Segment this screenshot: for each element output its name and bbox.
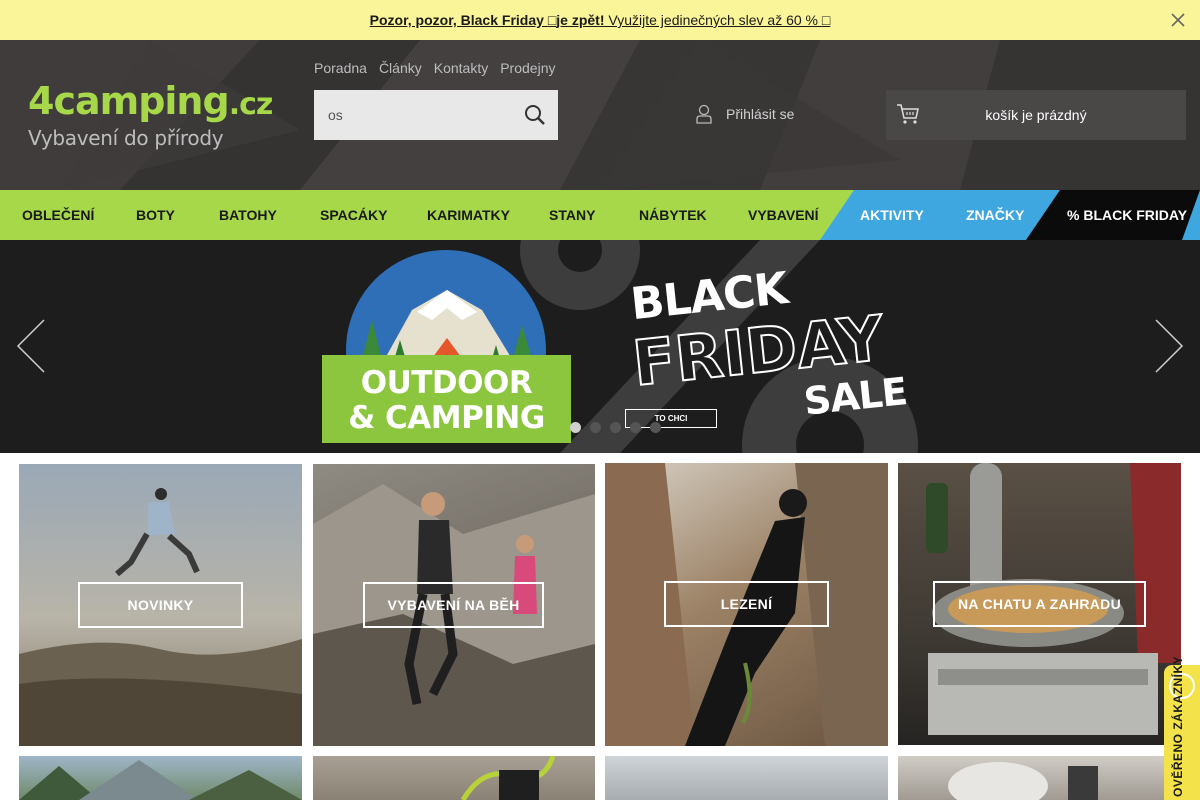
nav-item-obleceni[interactable]: OBLEČENÍ (22, 190, 94, 240)
nav-item-vybaveni[interactable]: VYBAVENÍ (748, 190, 819, 240)
announcement-bold: Pozor, pozor, Black Friday (369, 12, 548, 28)
announcement-icon-2: □ (821, 12, 831, 28)
tile-label-lezeni: LEZENÍ (664, 581, 829, 627)
nav-item-black-friday[interactable]: % BLACK FRIDAY (1067, 190, 1187, 240)
nav-item-aktivity[interactable]: AKTIVITY (860, 190, 924, 240)
carousel-dot-2[interactable] (590, 422, 601, 433)
category-tile-row2-3[interactable] (605, 756, 888, 800)
tile-photo-rope (460, 756, 556, 800)
carousel-prev-icon[interactable] (16, 318, 46, 374)
category-tile-row2-4[interactable] (898, 756, 1181, 800)
announcement-bar: Pozor, pozor, Black Friday □je zpět! Vyu… (0, 0, 1200, 40)
category-tile-lezeni[interactable]: LEZENÍ (605, 463, 888, 746)
cart-label: košík je prázdný (985, 107, 1087, 123)
hero-carousel: OUTDOOR & CAMPING BLACK FRIDAY SALE TO C… (0, 240, 1200, 453)
link-clanky[interactable]: Články (379, 60, 422, 76)
carousel-dot-5[interactable] (650, 422, 661, 433)
nav-item-znacky[interactable]: ZNAČKY (966, 190, 1024, 240)
camping-line-1: OUTDOOR (360, 365, 533, 401)
nav-item-spacaky[interactable]: SPACÁKY (320, 190, 387, 240)
category-tile-vybaveni-na-beh[interactable]: VYBAVENÍ NA BĚH (313, 464, 595, 746)
announcement-icon-1: □ (547, 12, 557, 28)
tile-label-vybaveni-na-beh: VYBAVENÍ NA BĚH (363, 582, 544, 628)
camping-line-2: & CAMPING (348, 400, 545, 436)
link-poradna[interactable]: Poradna (314, 60, 367, 76)
site-logo[interactable]: 4camping.cz Vybavení do přírody (28, 79, 273, 150)
cart-button[interactable]: košík je prázdný (886, 90, 1186, 140)
login-label: Přihlásit se (726, 106, 795, 122)
carousel-dot-1[interactable] (570, 422, 581, 433)
top-links: Poradna Články Kontakty Prodejny (314, 60, 555, 76)
category-tile-na-chatu-a-zahradu[interactable]: NA CHATU A ZAHRADU (898, 463, 1181, 745)
announcement-link[interactable]: Pozor, pozor, Black Friday □je zpět! Vyu… (370, 12, 831, 28)
carousel-dot-3[interactable] (610, 422, 621, 433)
link-kontakty[interactable]: Kontakty (434, 60, 488, 76)
search-box (314, 90, 558, 140)
search-input[interactable] (314, 90, 510, 140)
bf-word-sale: SALE (801, 369, 909, 424)
tile-photo-mountains (19, 760, 302, 800)
nav-item-nabytek[interactable]: NÁBYTEK (639, 190, 707, 240)
badge-text: OVĚŘENO ZÁKAZNÍKY (1171, 655, 1185, 797)
search-icon[interactable] (524, 104, 546, 126)
site-header: 4camping.cz Vybavení do přírody Poradna … (0, 40, 1200, 190)
nav-item-batohy[interactable]: BATOHY (219, 190, 277, 240)
category-tile-row2-1[interactable] (19, 756, 302, 800)
carousel-dots (570, 422, 661, 433)
link-prodejny[interactable]: Prodejny (500, 60, 555, 76)
announcement-text: Využijte jedinečných slev až 60 % (604, 12, 822, 28)
logo-tagline: Vybavení do přírody (28, 126, 224, 150)
carousel-next-icon[interactable] (1154, 318, 1184, 374)
category-tile-novinky[interactable]: NOVINKY (19, 464, 302, 746)
tile-label-na-chatu-a-zahradu: NA CHATU A ZAHRADU (933, 581, 1146, 627)
main-navigation: OBLEČENÍ BOTY BATOHY SPACÁKY KARIMATKY S… (0, 190, 1200, 240)
carousel-dot-4[interactable] (630, 422, 641, 433)
tile-label-novinky: NOVINKY (78, 582, 243, 628)
nav-item-karimatky[interactable]: KARIMATKY (427, 190, 510, 240)
nav-item-stany[interactable]: STANY (549, 190, 595, 240)
verified-customers-badge[interactable]: OVĚŘENO ZÁKAZNÍKY (1164, 656, 1200, 800)
outdoor-camping-graphic: OUTDOOR & CAMPING (322, 250, 571, 450)
login-link[interactable]: Přihlásit se (696, 104, 794, 124)
announcement-bold-2: je zpět! (556, 12, 605, 28)
close-icon[interactable] (1168, 10, 1188, 30)
logo-mark: 4camping.cz (28, 79, 273, 123)
nav-item-boty[interactable]: BOTY (136, 190, 175, 240)
tile-photo-gear (948, 762, 1098, 800)
user-icon (696, 104, 712, 124)
category-tile-row2-2[interactable] (313, 756, 595, 800)
